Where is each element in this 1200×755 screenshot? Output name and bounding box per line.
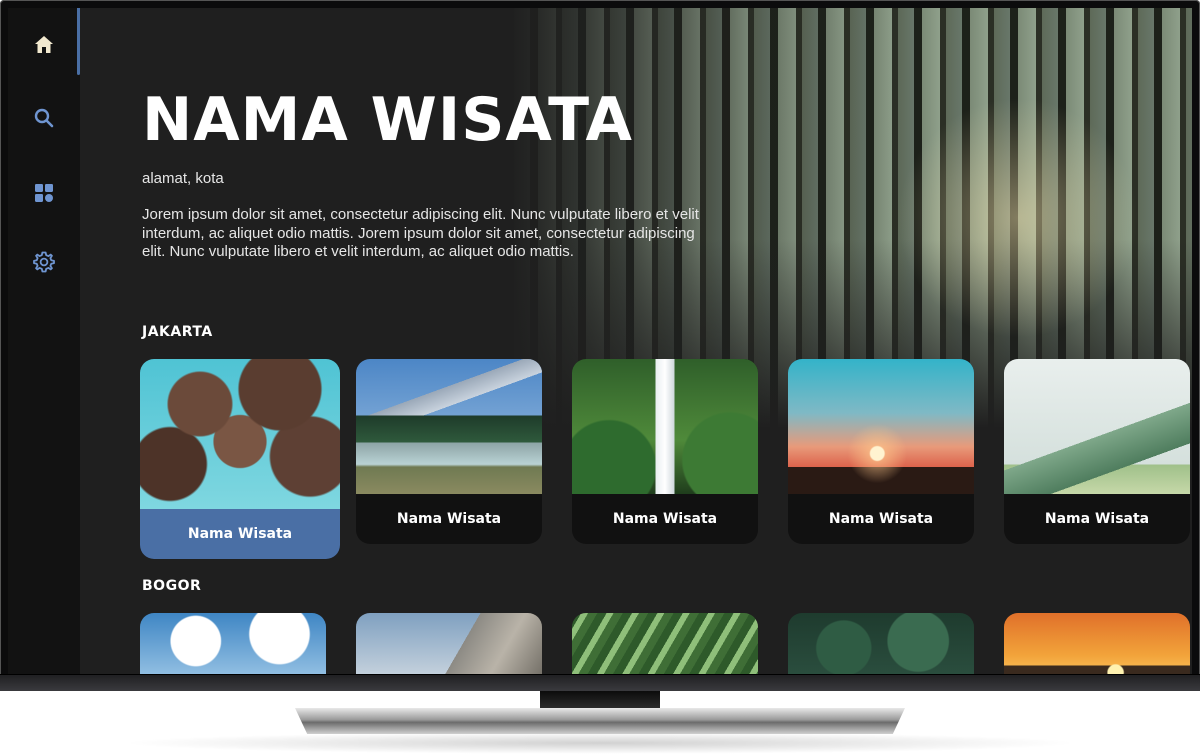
destination-card[interactable]: Nama Wisata <box>572 359 758 544</box>
hero-title: NAMA WISATA <box>142 85 633 155</box>
card-label: Nama Wisata <box>396 511 502 527</box>
sidebar-item-categories[interactable] <box>8 171 80 215</box>
card-thumbnail <box>788 359 974 494</box>
destination-card[interactable]: Nama Wisata <box>140 359 340 559</box>
tv-shadow <box>120 732 1080 754</box>
destination-card[interactable] <box>1004 613 1190 674</box>
tv-screen: NAMA WISATA alamat, kota Jorem ipsum dol… <box>8 8 1192 674</box>
tv-chin <box>0 674 1200 691</box>
tv-stand-neck <box>540 690 660 708</box>
destination-card[interactable] <box>572 613 758 674</box>
hero-light-glow <box>888 88 1148 348</box>
gear-icon <box>33 251 55 273</box>
card-label: Nama Wisata <box>612 511 718 527</box>
sidebar-item-search[interactable] <box>8 96 80 140</box>
card-label: Nama Wisata <box>828 511 934 527</box>
section-title-bogor: BOGOR <box>142 578 202 594</box>
destination-card[interactable] <box>356 613 542 674</box>
destination-card[interactable]: Nama Wisata <box>1004 359 1190 544</box>
destination-card[interactable]: Nama Wisata <box>356 359 542 544</box>
grid-icon <box>35 184 53 202</box>
destination-card[interactable] <box>140 613 326 674</box>
card-thumbnail <box>1004 359 1190 494</box>
destination-card[interactable] <box>788 613 974 674</box>
home-icon <box>35 36 53 53</box>
card-label: Nama Wisata <box>140 509 340 559</box>
card-label: Nama Wisata <box>1044 511 1150 527</box>
section-title-jakarta: JAKARTA <box>142 324 213 340</box>
sidebar-item-home[interactable] <box>8 8 80 75</box>
hero-description: Jorem ipsum dolor sit amet, consectetur … <box>142 206 699 260</box>
sidebar-item-settings[interactable] <box>8 240 80 284</box>
destination-card[interactable]: Nama Wisata <box>788 359 974 544</box>
card-thumbnail <box>356 359 542 494</box>
search-icon <box>34 108 54 128</box>
tv-stand-base <box>295 708 905 734</box>
hero-address: alamat, kota <box>142 170 224 187</box>
card-thumbnail <box>140 359 340 509</box>
card-thumbnail <box>572 359 758 494</box>
sidebar <box>8 8 80 674</box>
